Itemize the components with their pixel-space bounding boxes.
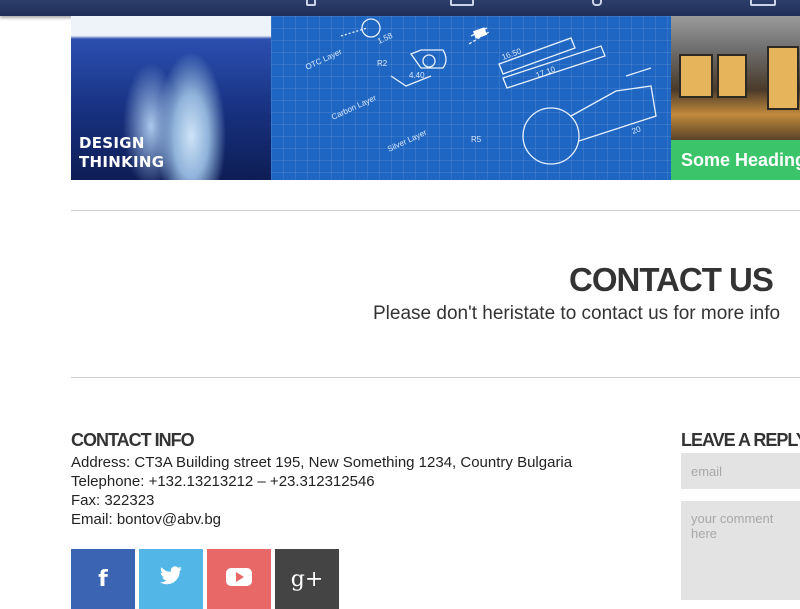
print-icon[interactable]: [750, 0, 776, 6]
fax-text: Fax: 322323: [71, 492, 155, 509]
portfolio-tile-some-heading[interactable]: Some Heading: [671, 16, 800, 180]
tile-heading: Some Heading: [671, 140, 800, 180]
leave-reply-heading: LEAVE A REPLY: [681, 430, 800, 450]
blueprint-label: OTC Layer: [304, 47, 344, 72]
google-plus-icon: g+: [290, 566, 324, 592]
facebook-icon: f: [98, 566, 108, 592]
top-nav-bar: [0, 0, 800, 16]
section-divider: [71, 377, 800, 378]
youtube-button[interactable]: [207, 549, 271, 609]
twitter-button[interactable]: [139, 549, 203, 609]
tile-label: DESIGN THINKING: [79, 134, 164, 172]
section-divider: [71, 210, 800, 211]
blueprint-label: Silver Layer: [386, 128, 428, 154]
email-field[interactable]: [681, 453, 800, 489]
page-title: CONTACT US: [569, 261, 774, 298]
twitter-icon: [159, 566, 183, 592]
page-subtitle: Please don't heristate to contact us for…: [373, 303, 781, 324]
facebook-button[interactable]: f: [71, 549, 135, 609]
contact-info-heading: CONTACT INFO: [71, 430, 195, 450]
tile-label-line2: THINKING: [79, 153, 165, 171]
blueprint-label: 4.40: [409, 71, 425, 80]
google-plus-button[interactable]: g+: [275, 549, 339, 609]
location-icon[interactable]: [592, 0, 602, 6]
store-window: [717, 54, 747, 98]
mail-icon[interactable]: [450, 0, 474, 6]
blueprint-label: 20: [631, 124, 643, 136]
phone-icon[interactable]: [306, 0, 316, 6]
tile-label-line1: DESIGN: [79, 134, 145, 152]
blueprint-label: R2: [377, 59, 388, 68]
address-text: Address: CT3A Building street 195, New S…: [71, 454, 573, 471]
store-window: [679, 54, 713, 98]
blueprint-label: 16.50: [501, 46, 523, 61]
blueprint-label: Carbon Layer: [330, 93, 378, 122]
blueprint-label: 1.58: [376, 31, 394, 46]
portfolio-tile-blueprint[interactable]: OTC Layer Carbon Layer Silver Layer R5 R…: [271, 16, 671, 180]
youtube-icon: [226, 566, 252, 592]
store-window: [767, 46, 799, 110]
comment-field[interactable]: [681, 501, 800, 600]
blueprint-label: 17.10: [535, 64, 557, 79]
portfolio-tile-design-thinking[interactable]: DESIGN THINKING: [71, 16, 271, 180]
telephone-text: Telephone: +132.13213212 – +23.312312546: [71, 473, 375, 490]
email-text: Email: bontov@abv.bg: [71, 511, 222, 528]
blueprint-label: R5: [471, 135, 482, 144]
